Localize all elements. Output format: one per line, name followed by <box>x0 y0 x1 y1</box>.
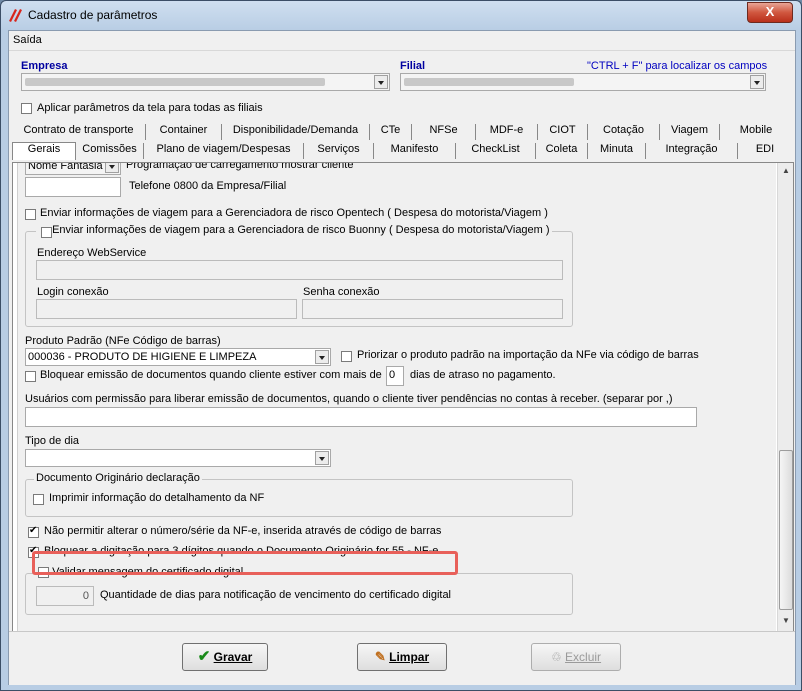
telefone-input[interactable] <box>25 177 121 197</box>
excluir-button[interactable]: ♲ Excluir <box>531 643 621 671</box>
priorizar-label: Priorizar o produto padrão na importação… <box>357 349 699 361</box>
usuarios-label: Usuários com permissão para liberar emis… <box>25 393 673 405</box>
chevron-down-icon[interactable] <box>315 451 329 465</box>
limpar-button[interactable]: ✎ Limpar <box>357 643 447 671</box>
client-area: Saída Empresa Filial "CTRL + F" para loc… <box>8 30 796 685</box>
delete-icon: ♲ <box>550 650 562 664</box>
opentech-label: Enviar informações de viagem para a Gere… <box>40 207 548 219</box>
usuarios-input[interactable] <box>25 407 697 427</box>
tab-ciot[interactable]: CIOT <box>538 124 588 140</box>
bloquear-emissao-checkbox[interactable] <box>25 371 36 382</box>
tab-row-2: Gerais Comissões Plano de viagem/Despesa… <box>12 142 792 160</box>
vertical-scrollbar[interactable]: ▲ ▼ <box>777 163 793 631</box>
gravar-button[interactable]: ✔ Gravar <box>182 643 268 671</box>
nao-permitir-label: Não permitir alterar o número/série da N… <box>44 525 442 537</box>
tab-integracao[interactable]: Integração <box>646 143 738 159</box>
tab-servicos[interactable]: Serviços <box>304 143 374 159</box>
programacao-label: Programação de carregamento mostrar clie… <box>126 162 354 171</box>
empresa-label: Empresa <box>21 60 68 72</box>
tab-minuta[interactable]: Minuta <box>588 143 646 159</box>
tab-plano-viagem[interactable]: Plano de viagem/Despesas <box>144 143 304 159</box>
apply-all-label: Aplicar parâmetros da tela para todas as… <box>37 102 263 114</box>
scroll-up-icon[interactable]: ▲ <box>778 163 793 179</box>
scroll-down-icon[interactable]: ▼ <box>778 613 793 629</box>
imprimir-label: Imprimir informação do detalhamento da N… <box>49 492 265 504</box>
close-button[interactable]: X <box>747 2 793 23</box>
telefone-label: Telefone 0800 da Empresa/Filial <box>129 180 287 192</box>
buonny-checkbox[interactable] <box>41 226 52 238</box>
menu-saida[interactable]: Saída <box>13 34 42 46</box>
window-title: Cadastro de parâmetros <box>28 8 158 22</box>
login-label: Login conexão <box>37 286 109 298</box>
title-bar: Cadastro de parâmetros X <box>1 1 801 29</box>
empresa-value-blurred <box>25 78 325 86</box>
bloquear-emissao-label: Bloquear emissão de documentos quando cl… <box>40 369 382 381</box>
tab-nfse[interactable]: NFSe <box>412 124 476 140</box>
dias-atraso-input[interactable]: 0 <box>386 366 404 386</box>
tab-row-1: Contrato de transporte Container Disponi… <box>12 124 792 141</box>
tab-coleta[interactable]: Coleta <box>536 143 588 159</box>
buonny-label: Enviar informações de viagem para a Gere… <box>52 224 550 236</box>
search-hint: "CTRL + F" para localizar os campos <box>587 60 768 72</box>
tab-mdfe[interactable]: MDF-e <box>476 124 538 140</box>
empresa-combo[interactable] <box>21 73 390 91</box>
dias-atraso-label: dias de atraso no pagamento. <box>410 369 556 381</box>
gravar-label: Gravar <box>213 650 253 664</box>
tab-mobile[interactable]: Mobile <box>720 124 792 140</box>
priorizar-checkbox[interactable] <box>341 351 352 362</box>
produto-value: 000036 - PRODUTO DE HIGIENE E LIMPEZA <box>28 351 257 363</box>
button-bar: ✔ Gravar ✎ Limpar ♲ Excluir <box>9 631 795 685</box>
nome-fantasia-value: Nome Fantasia <box>28 162 103 172</box>
apply-all-checkbox[interactable] <box>21 103 32 114</box>
tab-cotacao[interactable]: Cotação <box>588 124 660 140</box>
chevron-down-icon[interactable] <box>374 75 388 89</box>
tab-gerais[interactable]: Gerais <box>12 142 76 160</box>
excluir-label: Excluir <box>565 650 602 664</box>
tab-contrato-transporte[interactable]: Contrato de transporte <box>12 124 146 140</box>
tab-disponibilidade[interactable]: Disponibilidade/Demanda <box>222 124 370 140</box>
tab-checklist[interactable]: CheckList <box>456 143 536 159</box>
app-logo-icon <box>9 9 22 22</box>
tipo-dia-label: Tipo de dia <box>25 435 80 447</box>
opentech-checkbox[interactable] <box>25 209 36 220</box>
login-input[interactable] <box>36 299 297 319</box>
window: Cadastro de parâmetros X Saída Empresa F… <box>0 0 802 691</box>
chevron-down-icon[interactable] <box>315 350 329 364</box>
buonny-group-header: Enviar informações de viagem para a Gere… <box>36 224 552 238</box>
menu-bar: Saída <box>9 31 795 51</box>
broom-icon: ✎ <box>374 649 386 664</box>
chevron-down-icon[interactable] <box>750 75 764 89</box>
checkmark-icon: ✔ <box>197 648 211 665</box>
limpar-label: Limpar <box>389 650 430 664</box>
tab-cte[interactable]: CTe <box>370 124 412 140</box>
highlight-box <box>32 551 458 575</box>
imprimir-checkbox[interactable] <box>33 494 44 505</box>
filial-label: Filial <box>400 60 426 72</box>
produto-label: Produto Padrão (NFe Código de barras) <box>25 335 221 347</box>
filial-value-blurred <box>404 78 574 86</box>
nao-permitir-checkbox[interactable] <box>28 525 39 538</box>
endereco-ws-label: Endereço WebService <box>37 247 147 259</box>
filial-combo[interactable] <box>400 73 766 91</box>
tab-edi[interactable]: EDI <box>738 143 792 159</box>
tab-comissoes[interactable]: Comissões <box>76 143 144 159</box>
tab-manifesto[interactable]: Manifesto <box>374 143 456 159</box>
chevron-down-icon[interactable] <box>105 163 119 173</box>
tab-viagem[interactable]: Viagem <box>660 124 720 140</box>
dias-certificado-label: Quantidade de dias para notificação de v… <box>100 589 452 601</box>
produto-combo[interactable]: 000036 - PRODUTO DE HIGIENE E LIMPEZA <box>25 348 331 366</box>
senha-label: Senha conexão <box>303 286 380 298</box>
scroll-thumb[interactable] <box>779 450 793 610</box>
nome-fantasia-combo[interactable]: Nome Fantasia <box>25 162 121 175</box>
doc-originario-label: Documento Originário declaração <box>34 472 202 484</box>
endereco-ws-input[interactable] <box>36 260 563 280</box>
dias-certificado-input[interactable]: 0 <box>36 586 94 606</box>
tipo-dia-combo[interactable] <box>25 449 331 467</box>
tab-container[interactable]: Container <box>146 124 222 140</box>
senha-input[interactable] <box>302 299 563 319</box>
